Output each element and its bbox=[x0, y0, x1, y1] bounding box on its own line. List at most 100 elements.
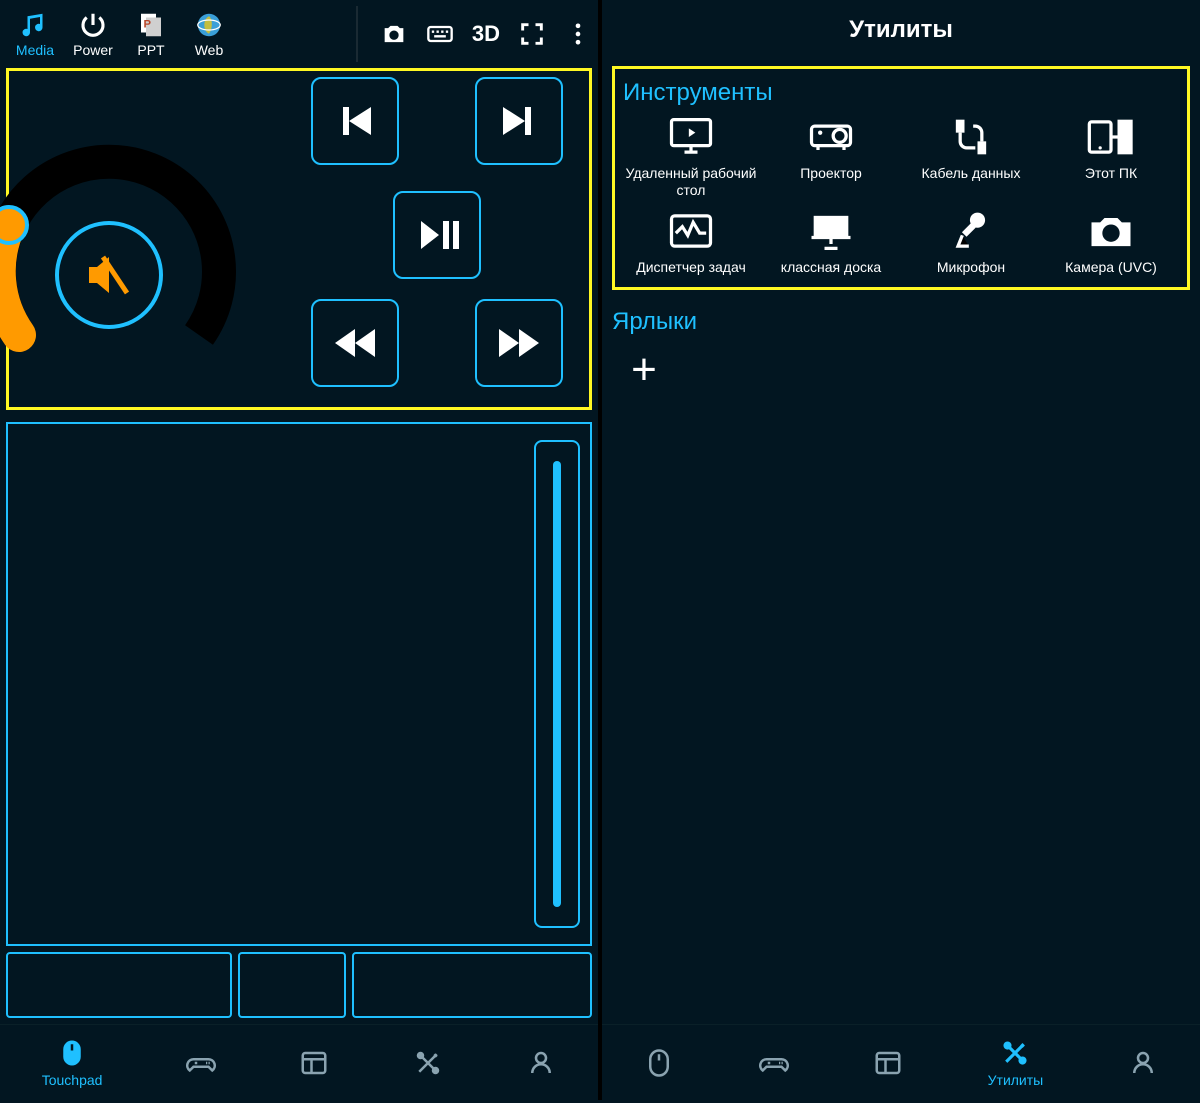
tool-this-pc[interactable]: Этот ПК bbox=[1043, 115, 1179, 199]
nav-touchpad-r[interactable] bbox=[644, 1048, 674, 1078]
spacer bbox=[602, 410, 1200, 1024]
task-manager-icon bbox=[665, 209, 717, 253]
fast-forward-icon bbox=[495, 319, 543, 367]
camera-icon bbox=[380, 20, 408, 48]
tab-power-label: Power bbox=[73, 42, 113, 58]
nav-user[interactable] bbox=[526, 1048, 556, 1078]
top-actions: 3D bbox=[380, 0, 592, 68]
tool-camera-label: Камера (UVC) bbox=[1065, 259, 1157, 276]
mouse-icon bbox=[57, 1038, 87, 1068]
tab-web-label: Web bbox=[195, 42, 224, 58]
tab-web[interactable]: Web bbox=[180, 10, 238, 58]
tool-microphone-label: Микрофон bbox=[937, 259, 1005, 276]
right-panel: Утилиты Инструменты Удаленный рабочий ст… bbox=[602, 0, 1200, 1100]
ppt-icon: P bbox=[136, 10, 166, 40]
web-icon bbox=[194, 10, 224, 40]
projector-icon bbox=[805, 115, 857, 159]
3d-button[interactable]: 3D bbox=[472, 21, 500, 47]
tools-icon bbox=[413, 1048, 443, 1078]
scroll-slider[interactable] bbox=[534, 440, 580, 928]
rewind-icon bbox=[331, 319, 379, 367]
mouse-buttons bbox=[6, 952, 592, 1018]
rewind-button[interactable] bbox=[311, 299, 399, 387]
tab-power[interactable]: Power bbox=[64, 10, 122, 58]
tool-data-cable-label: Кабель данных bbox=[922, 165, 1021, 182]
gamepad-icon bbox=[186, 1048, 216, 1078]
nav-layout-r[interactable] bbox=[873, 1048, 903, 1078]
nav-tools[interactable] bbox=[413, 1048, 443, 1078]
nav-touchpad-label: Touchpad bbox=[42, 1072, 103, 1088]
nav-touchpad[interactable]: Touchpad bbox=[42, 1038, 103, 1088]
tab-media-label: Media bbox=[16, 42, 54, 58]
tool-whiteboard-label: классная доска bbox=[781, 259, 881, 276]
tool-whiteboard[interactable]: классная доска bbox=[763, 209, 899, 276]
left-panel: Media Power P PPT Web bbox=[0, 0, 598, 1100]
tool-camera[interactable]: Камера (UVC) bbox=[1043, 209, 1179, 276]
layout-icon bbox=[299, 1048, 329, 1078]
nav-user-r[interactable] bbox=[1128, 1048, 1158, 1078]
music-note-icon bbox=[20, 10, 50, 40]
touchpad-area[interactable] bbox=[6, 422, 592, 946]
more-button[interactable] bbox=[564, 20, 592, 48]
user-icon bbox=[1128, 1048, 1158, 1078]
play-pause-button[interactable] bbox=[393, 191, 481, 279]
shortcuts-heading: Ярлыки bbox=[612, 308, 1190, 336]
tool-projector-label: Проектор bbox=[800, 165, 862, 182]
add-shortcut-button[interactable]: + bbox=[616, 342, 672, 398]
skip-previous-icon bbox=[331, 97, 379, 145]
tab-ppt[interactable]: P PPT bbox=[122, 10, 180, 58]
keyboard-icon bbox=[426, 20, 454, 48]
tab-ppt-label: PPT bbox=[137, 42, 164, 58]
mouse-left-button[interactable] bbox=[6, 952, 232, 1018]
whiteboard-icon bbox=[805, 209, 857, 253]
next-track-button[interactable] bbox=[475, 77, 563, 165]
keyboard-button[interactable] bbox=[426, 20, 454, 48]
gamepad-icon bbox=[759, 1048, 789, 1078]
tools-section: Инструменты Удаленный рабочий стол Проек… bbox=[612, 66, 1190, 290]
this-pc-icon bbox=[1085, 115, 1137, 159]
bottom-nav-right: Утилиты bbox=[602, 1024, 1200, 1100]
tools-icon bbox=[1000, 1038, 1030, 1068]
tool-data-cable[interactable]: Кабель данных bbox=[903, 115, 1039, 199]
media-controls-area bbox=[6, 68, 592, 410]
tool-projector[interactable]: Проектор bbox=[763, 115, 899, 199]
mouse-middle-button[interactable] bbox=[238, 952, 346, 1018]
layout-icon bbox=[873, 1048, 903, 1078]
tab-media[interactable]: Media bbox=[6, 10, 64, 58]
tool-task-manager-label: Диспетчер задач bbox=[636, 259, 746, 276]
tools-grid: Удаленный рабочий стол Проектор Кабель д… bbox=[623, 115, 1179, 275]
nav-gamepad-r[interactable] bbox=[759, 1048, 789, 1078]
tools-heading: Инструменты bbox=[623, 79, 1179, 107]
nav-layout[interactable] bbox=[299, 1048, 329, 1078]
fullscreen-icon bbox=[518, 20, 546, 48]
mouse-icon bbox=[644, 1048, 674, 1078]
camera-button[interactable] bbox=[380, 20, 408, 48]
tool-microphone[interactable]: Микрофон bbox=[903, 209, 1039, 276]
volume-dial[interactable] bbox=[0, 115, 239, 375]
bottom-nav-left: Touchpad bbox=[0, 1024, 598, 1100]
more-vertical-icon bbox=[564, 20, 592, 48]
previous-track-button[interactable] bbox=[311, 77, 399, 165]
top-bar: Media Power P PPT Web bbox=[0, 0, 598, 68]
tool-task-manager[interactable]: Диспетчер задач bbox=[623, 209, 759, 276]
shortcuts-section: Ярлыки + bbox=[612, 308, 1190, 398]
top-separator bbox=[356, 6, 358, 62]
power-icon bbox=[78, 10, 108, 40]
nav-gamepad[interactable] bbox=[186, 1048, 216, 1078]
plus-icon: + bbox=[631, 345, 657, 395]
tool-this-pc-label: Этот ПК bbox=[1085, 165, 1137, 182]
nav-utilities[interactable]: Утилиты bbox=[988, 1038, 1044, 1088]
cable-icon bbox=[945, 115, 997, 159]
tool-remote-desktop[interactable]: Удаленный рабочий стол bbox=[623, 115, 759, 199]
fullscreen-button[interactable] bbox=[518, 20, 546, 48]
mouse-right-button[interactable] bbox=[352, 952, 592, 1018]
microphone-icon bbox=[945, 209, 997, 253]
play-pause-icon bbox=[413, 211, 461, 259]
skip-next-icon bbox=[495, 97, 543, 145]
svg-text:P: P bbox=[144, 19, 152, 31]
user-icon bbox=[526, 1048, 556, 1078]
3d-label: 3D bbox=[472, 21, 500, 47]
nav-utilities-label: Утилиты bbox=[988, 1072, 1044, 1088]
fast-forward-button[interactable] bbox=[475, 299, 563, 387]
page-title: Утилиты bbox=[602, 0, 1200, 60]
